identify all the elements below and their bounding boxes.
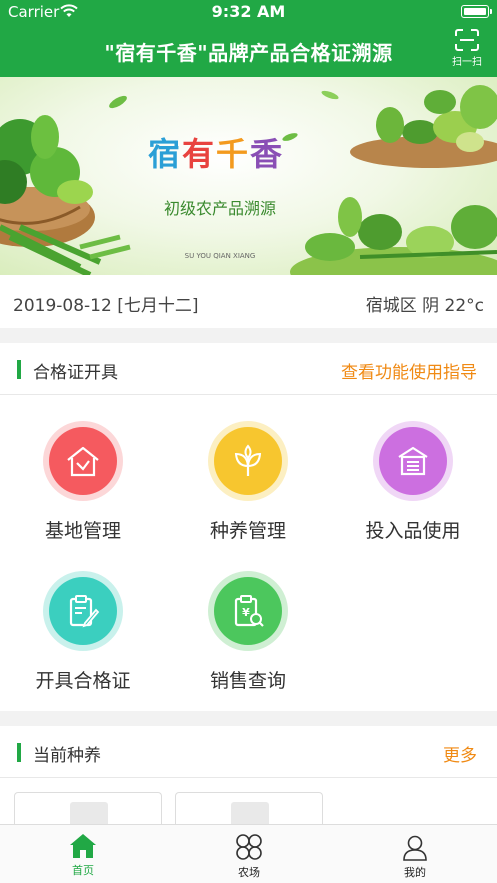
current-breeding-title: 当前种养 xyxy=(33,746,101,766)
current-breeding-header: 当前种养 更多 xyxy=(0,726,497,778)
svg-text:千: 千 xyxy=(216,135,248,173)
nav-bar: "宿有千香"品牌产品合格证溯源 扫一扫 xyxy=(0,25,497,77)
date-label: 2019-08-12 [七月十二] xyxy=(13,296,199,316)
certificate-section: 合格证开具 查看功能使用指导 基地管理 种养管理 投入品使用 开具合格证 ¥ 销… xyxy=(0,343,497,711)
breeding-management-label: 种养管理 xyxy=(209,520,286,542)
scan-label: 扫一扫 xyxy=(452,57,482,68)
certificate-section-header: 合格证开具 查看功能使用指导 xyxy=(0,343,497,395)
tab-farm[interactable]: 农场 xyxy=(166,825,332,883)
home-icon xyxy=(70,834,96,858)
svg-text:宿: 宿 xyxy=(148,135,180,173)
tab-home[interactable]: 首页 xyxy=(0,825,166,883)
banner[interactable]: 宿 有 千 香 SU YOU QIAN XIANG 初级农产品溯源 xyxy=(0,77,497,275)
section-marker xyxy=(17,743,21,762)
more-link[interactable]: 更多 xyxy=(443,741,477,766)
vegetable-illustration: 宿 有 千 香 xyxy=(0,85,497,275)
profile-icon xyxy=(403,835,427,861)
usage-guide-link[interactable]: 查看功能使用指导 xyxy=(341,358,477,383)
base-management-ring xyxy=(43,421,123,501)
scan-icon xyxy=(455,29,479,51)
breeding-management-ring xyxy=(208,421,288,501)
base-management-label: 基地管理 xyxy=(44,520,121,542)
battery-icon xyxy=(461,5,492,18)
weather-label: 宿城区 阴 22°c xyxy=(365,296,484,316)
logo-en-text: SU YOU QIAN XIANG xyxy=(185,252,256,260)
farm-icon xyxy=(236,834,262,860)
logo-english: SU YOU QIAN XIANG xyxy=(185,252,256,260)
certificate-section-title: 合格证开具 xyxy=(33,363,118,383)
banner-subtitle: 初级农产品溯源 xyxy=(163,199,276,218)
certificate-edit-icon xyxy=(49,577,117,645)
input-usage-button[interactable]: 投入品使用 xyxy=(338,421,488,543)
tab-farm-label: 农场 xyxy=(238,866,260,879)
page-title: "宿有千香"品牌产品合格证溯源 xyxy=(104,41,393,65)
tab-profile-label: 我的 xyxy=(404,866,426,879)
sales-search-icon: ¥ xyxy=(214,577,282,645)
sales-query-label: 销售查询 xyxy=(209,670,286,692)
clock: 9:32 AM xyxy=(211,2,286,21)
tab-bar: 首页 农场 我的 xyxy=(0,824,497,883)
issue-certificate-label: 开具合格证 xyxy=(35,670,131,692)
date-weather-bar: 2019-08-12 [七月十二] 宿城区 阴 22°c xyxy=(0,275,497,328)
breeding-management-button[interactable]: 种养管理 xyxy=(173,421,323,543)
status-bar: Carrier 9:32 AM xyxy=(0,0,497,25)
input-usage-ring xyxy=(373,421,453,501)
scan-button[interactable]: 扫一扫 xyxy=(447,29,487,73)
sprout-icon xyxy=(214,427,282,495)
tab-profile[interactable]: 我的 xyxy=(332,825,497,883)
house-icon xyxy=(49,427,117,495)
tab-home-label: 首页 xyxy=(72,864,94,877)
issue-certificate-ring xyxy=(43,571,123,651)
svg-text:¥: ¥ xyxy=(242,606,250,619)
input-usage-label: 投入品使用 xyxy=(365,520,461,542)
svg-text:有: 有 xyxy=(182,135,214,173)
issue-certificate-button[interactable]: 开具合格证 xyxy=(8,571,158,693)
store-icon xyxy=(379,427,447,495)
section-marker xyxy=(17,360,21,379)
svg-text:香: 香 xyxy=(250,135,282,173)
sales-query-ring: ¥ xyxy=(208,571,288,651)
base-management-button[interactable]: 基地管理 xyxy=(8,421,158,543)
sales-query-button[interactable]: ¥ 销售查询 xyxy=(173,571,323,693)
